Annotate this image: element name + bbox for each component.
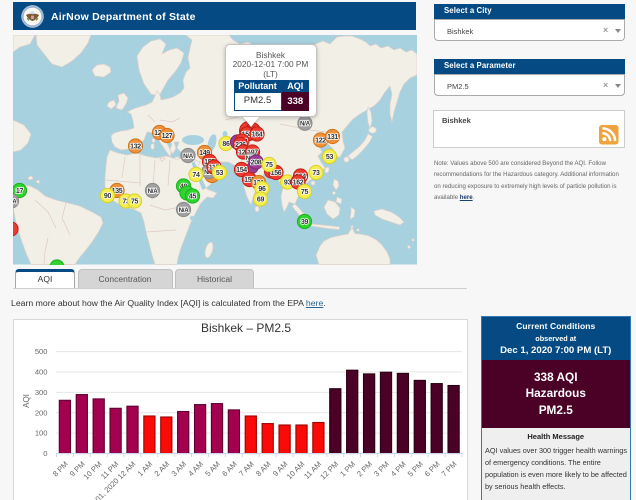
svg-text:300: 300 <box>35 388 48 397</box>
svg-text:45: 45 <box>189 193 197 200</box>
svg-text:10 AM: 10 AM <box>285 460 307 482</box>
svg-text:0: 0 <box>43 449 47 458</box>
svg-text:122: 122 <box>315 137 326 144</box>
svg-text:131: 131 <box>327 134 338 141</box>
svg-text:1 AM: 1 AM <box>136 460 155 479</box>
svg-text:69: 69 <box>257 196 265 203</box>
svg-text:3 PM: 3 PM <box>372 460 391 479</box>
svg-text:74: 74 <box>192 172 200 179</box>
svg-text:N/A: N/A <box>148 188 159 195</box>
svg-text:127: 127 <box>162 133 173 140</box>
svg-text:Bishkek – PM2.5: Bishkek – PM2.5 <box>201 321 291 335</box>
svg-text:53: 53 <box>216 170 224 177</box>
svg-text:8 PM: 8 PM <box>51 460 70 479</box>
svg-text:N/A: N/A <box>183 153 194 160</box>
svg-text:3 AM: 3 AM <box>170 460 189 479</box>
svg-text:500: 500 <box>35 347 48 356</box>
svg-text:132: 132 <box>130 143 141 150</box>
svg-text:AQI: AQI <box>22 394 31 408</box>
svg-text:10 PM: 10 PM <box>82 460 104 482</box>
svg-text:4 PM: 4 PM <box>389 460 408 479</box>
svg-text:N/A: N/A <box>179 207 190 214</box>
svg-text:75: 75 <box>301 189 309 196</box>
svg-text:5 AM: 5 AM <box>203 460 222 479</box>
svg-text:90: 90 <box>104 193 112 200</box>
svg-text:6 PM: 6 PM <box>423 460 442 479</box>
svg-text:5 PM: 5 PM <box>406 460 425 479</box>
svg-text:53: 53 <box>326 154 334 161</box>
svg-text:N/A: N/A <box>300 121 311 128</box>
svg-text:86: 86 <box>222 141 230 148</box>
svg-text:6 AM: 6 AM <box>220 460 239 479</box>
svg-text:400: 400 <box>35 368 48 377</box>
svg-text:8 AM: 8 AM <box>254 460 273 479</box>
svg-text:1 PM: 1 PM <box>338 460 357 479</box>
svg-text:73: 73 <box>312 170 320 177</box>
svg-text:7 AM: 7 AM <box>237 460 256 479</box>
svg-text:4 AM: 4 AM <box>186 460 205 479</box>
svg-text:12 PM: 12 PM <box>318 460 340 482</box>
svg-text:93: 93 <box>284 179 292 186</box>
svg-text:39: 39 <box>301 219 309 226</box>
svg-text:7 PM: 7 PM <box>440 460 459 479</box>
svg-text:75: 75 <box>265 162 273 169</box>
svg-text:154: 154 <box>236 167 247 174</box>
svg-text:17: 17 <box>16 188 24 195</box>
svg-text:75: 75 <box>131 198 139 205</box>
svg-text:2 AM: 2 AM <box>153 460 172 479</box>
svg-text:100: 100 <box>35 429 48 438</box>
svg-text:200: 200 <box>35 408 48 417</box>
svg-text:164: 164 <box>252 131 263 138</box>
svg-text:208: 208 <box>251 159 262 166</box>
svg-text:2 PM: 2 PM <box>355 460 374 479</box>
